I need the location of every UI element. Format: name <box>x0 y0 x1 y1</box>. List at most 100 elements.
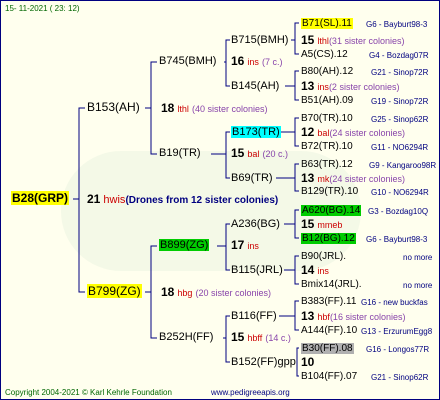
g3-name: A236(BG) <box>231 218 280 230</box>
g3-note: (24 sister colonies) <box>329 128 405 138</box>
g3-note: (16 sister colonies) <box>329 312 406 322</box>
g3-node-5[interactable]: B115(JRL) <box>231 264 283 277</box>
g1-note: (40 sister colonies) <box>192 104 268 114</box>
g3-count: 15 <box>301 217 315 231</box>
g4-ped-2: G21 - Sinop72R <box>371 68 429 77</box>
g3-ins: ins <box>317 266 329 276</box>
g4-node-14[interactable]: B30(FF).08 <box>301 342 354 355</box>
g4-ped-6: G9 - Kangaroo98R <box>369 161 437 170</box>
g4-node-10[interactable]: B90(JRL). <box>301 250 346 263</box>
g3-info-4: 15 mmeb <box>301 218 342 232</box>
g4-node-4[interactable]: B70(TR).10 <box>301 112 353 125</box>
root-queen[interactable]: B28(GRP) <box>11 191 70 205</box>
g3-info-0: 15 lthl(31 sister colonies) <box>301 34 404 48</box>
g4-name: Bmix14(JRL). <box>301 279 362 290</box>
g1-node-0[interactable]: B153(AH) <box>87 101 140 114</box>
g3-note: (2 sister colonies) <box>328 82 400 92</box>
g4-ped-14: G16 - Longos77R <box>366 345 430 354</box>
g2-node-1[interactable]: B19(TR) <box>159 147 201 160</box>
g3-node-7[interactable]: B152(FF)gpp <box>231 356 296 369</box>
g1-info-1: 18 hbg (20 sister colonies) <box>161 286 271 300</box>
g1-count: 18 <box>161 285 175 299</box>
g1-info-0: 18 lthl (40 sister colonies) <box>161 102 268 116</box>
g3-count: 14 <box>301 263 315 277</box>
g4-ped-10: no more <box>403 253 433 262</box>
g3-node-1[interactable]: B145(AH) <box>231 80 279 93</box>
g3-info-1: 13 ins(2 sister colonies) <box>301 80 399 94</box>
g4-ped-12: G16 - new buckfas <box>361 298 428 307</box>
g4-ped-1: G4 - Bozdag07R <box>369 51 429 60</box>
g4-name: B30(FF).08 <box>301 343 354 354</box>
g4-node-15[interactable]: B104(FF).07 <box>301 370 357 383</box>
g4-ped-4: G25 - Sinop62R <box>371 115 429 124</box>
g3-name: B116(FF) <box>231 310 277 322</box>
g4-node-12[interactable]: B383(FF).11 <box>301 295 356 308</box>
g4-node-0[interactable]: B71(SL).11 <box>301 17 353 30</box>
g4-name: B90(JRL). <box>301 251 347 262</box>
g3-node-2[interactable]: B173(TR) <box>231 126 281 139</box>
g4-name: A144(FF).10 <box>301 325 358 336</box>
site-link[interactable]: www.pedigreeapis.org <box>211 387 290 398</box>
pedigree-diagram: 15- 11-2021 ( 23: 12) Copyright 2004-202… <box>0 0 440 400</box>
g4-name: B383(FF).11 <box>301 296 357 307</box>
root-note: (Drones from 12 sister colonies) <box>125 195 279 206</box>
g3-ins: lthl <box>317 36 329 46</box>
g3-ins: mk <box>317 174 330 184</box>
g4-name: B63(TR).12 <box>301 159 353 170</box>
g4-ped-0: G6 - Bayburt98-3 <box>366 20 428 29</box>
g2-name: B899(ZG) <box>159 239 210 251</box>
g4-name: A5(CS).12 <box>301 49 348 60</box>
g3-name: B115(JRL) <box>231 264 283 276</box>
g4-node-8[interactable]: A620(BG).14 <box>301 204 362 217</box>
g4-name: B51(AH).09 <box>301 95 354 106</box>
g4-ped-9: G6 - Bayburt98-3 <box>366 235 428 244</box>
g4-node-9[interactable]: B12(BG).12 <box>301 232 356 245</box>
g3-note: (24 sister colonies) <box>329 174 405 184</box>
g3-name: B69(TR) <box>231 172 273 184</box>
g3-node-6[interactable]: B116(FF) <box>231 310 277 323</box>
g3-info-2: 12 bal(24 sister colonies) <box>301 126 405 140</box>
g2-node-0[interactable]: B745(BMH) <box>159 55 216 68</box>
g2-ins: hbff <box>247 333 263 343</box>
g4-node-11[interactable]: Bmix14(JRL). <box>301 278 362 291</box>
copyright-text: Copyright 2004-2021 © Karl Kehrle Founda… <box>5 388 172 397</box>
g4-ped-7: G10 - NO6294R <box>371 188 429 197</box>
g1-name: B153(AH) <box>87 100 140 114</box>
g2-node-3[interactable]: B252H(FF) <box>159 331 213 344</box>
g1-note: (20 sister colonies) <box>195 288 272 298</box>
g3-ins: ins <box>317 82 329 92</box>
g4-node-1[interactable]: A5(CS).12 <box>301 48 348 61</box>
g4-name: B71(SL).11 <box>301 18 353 29</box>
g4-name: B72(TR).10 <box>301 141 353 152</box>
g2-note: (7 c.) <box>262 57 283 67</box>
g4-ped-13: G13 - ErzurumEgg8 <box>361 327 433 336</box>
g4-node-7[interactable]: B129(TR).10 <box>301 185 358 198</box>
g2-info-1: 15 bal (20 c.) <box>231 147 288 161</box>
g2-name: B252H(FF) <box>159 331 214 343</box>
g4-name: B104(FF).07 <box>301 371 358 382</box>
g2-node-2[interactable]: B899(ZG) <box>159 239 210 252</box>
g3-node-3[interactable]: B69(TR) <box>231 172 273 185</box>
g4-node-2[interactable]: B80(AH).12 <box>301 65 353 78</box>
g3-count: 13 <box>301 309 315 323</box>
g1-count: 18 <box>161 101 175 115</box>
root-ins: hwis <box>103 194 126 206</box>
g3-node-0[interactable]: B715(BMH) <box>231 34 288 47</box>
g4-node-3[interactable]: B51(AH).09 <box>301 94 353 107</box>
g3-count: 15 <box>301 33 315 47</box>
root-queen-info: 21 hwis(Drones from 12 sister colonies) <box>87 193 278 207</box>
g4-node-13[interactable]: A144(FF).10 <box>301 324 357 337</box>
g2-ins: ins <box>247 241 259 251</box>
g1-ins: lthl <box>177 104 189 114</box>
root-queen-name: B28(GRP) <box>11 191 70 205</box>
g3-ins: bal <box>317 128 330 138</box>
g4-node-6[interactable]: B63(TR).12 <box>301 158 353 171</box>
g3-count: 13 <box>301 171 315 185</box>
root-count: 21 <box>87 192 101 206</box>
g3-node-4[interactable]: A236(BG) <box>231 218 280 231</box>
g4-node-5[interactable]: B72(TR).10 <box>301 140 353 153</box>
g4-name: A620(BG).14 <box>301 205 362 216</box>
g4-ped-5: G11 - NO6294R <box>371 143 429 152</box>
g1-node-1[interactable]: B799(ZG) <box>87 284 142 298</box>
g2-note: (20 c.) <box>262 149 289 159</box>
